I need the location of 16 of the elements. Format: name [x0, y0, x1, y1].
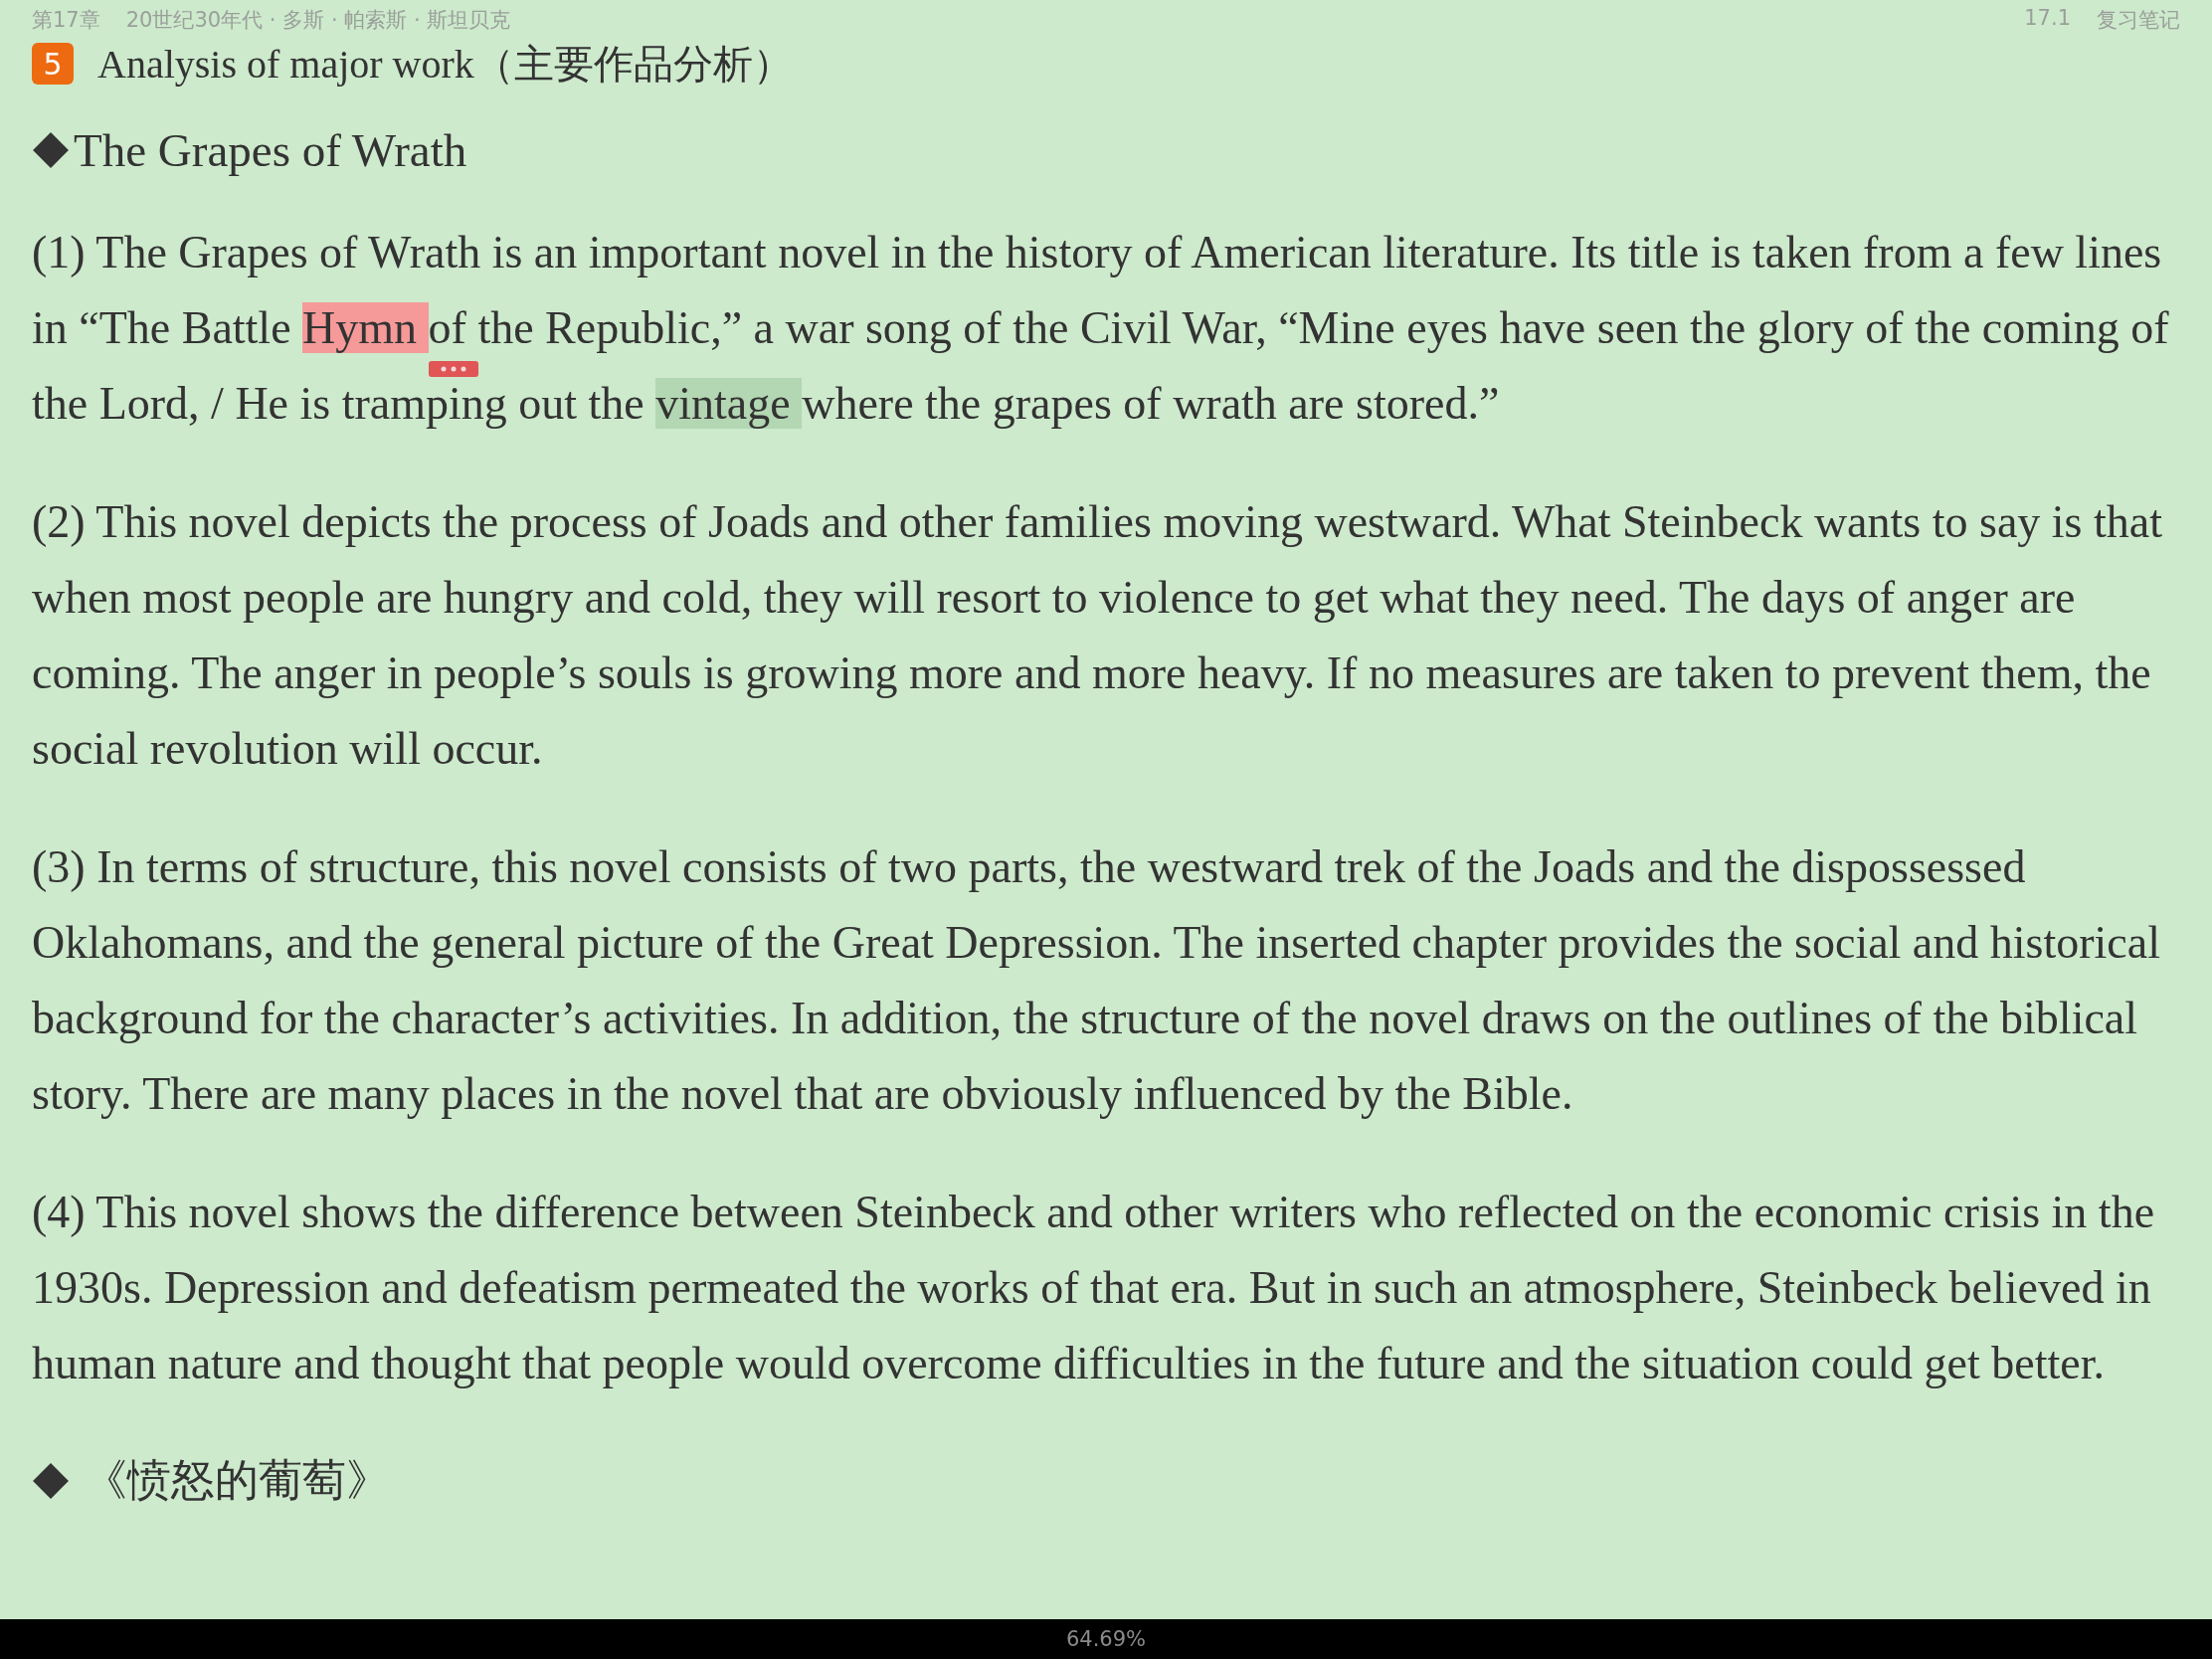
paragraph: (2) This novel depicts the process of Joads and other families moving westward. What Steinbeck wants to say is that when most people are hungry and cold, they will resort to violence to get what they need. The days of anger are coming. The anger in people’s souls is growing more and more heavy. If no measures are taken to prevent them, the social revolution will occur. [32, 495, 2163, 776]
progress-percent: 64.69% [1065, 1627, 1147, 1651]
diamond-bullet-icon [32, 1461, 70, 1500]
paragraph: (3) In terms of structure, this novel consists of two parts, the westward trek of the Joads and the dispossessed Oklahomans, and the general picture of the Great Depression. The inserted chapter provides the social and historical background for the character’s activities. In addition, the structure of the novel draws on the outlines of the biblical story. There are many places in the novel that are obviously influenced by the Bible. [32, 840, 2161, 1121]
subheading: 《愤怒的葡萄》 [84, 1453, 390, 1507]
section-heading: Analysis of major work（主要作品分析） [97, 40, 793, 89]
section-title: 复习笔记 [2097, 7, 2180, 34]
number-badge: 5 [32, 43, 74, 85]
diamond-bullet-icon [32, 131, 70, 169]
paragraph: (4) This novel shows the difference between Steinbeck and other writers who reflected on the economic crisis in the 1930s. Depression and defeatism permeated the works of that era. But in such an atmosphere, Steinbeck believed in human nature and thought that people would overcome difficulties in the future and the situation could get better. [32, 1186, 2156, 1390]
section-path: 20世纪30年代 · 多斯 · 帕索斯 · 斯坦贝克 [125, 7, 511, 34]
subheading: The Grapes of Wrath [74, 123, 467, 177]
chapter-label: 第17章 [32, 7, 100, 34]
paragraph: (1) The Grapes of Wrath is an important novel in the history of American literature. Its title is taken from a few lines in “The Battle Hymn of the Republic,” a war song of the Civil War, “Mine eyes have seen the glory of the coming of the Lord, / He is tramping out the vintage where the grapes of wrath are stored.” [32, 226, 2170, 431]
section-number: 17.1 [2024, 6, 2071, 32]
note-marker-icon[interactable] [428, 361, 478, 377]
